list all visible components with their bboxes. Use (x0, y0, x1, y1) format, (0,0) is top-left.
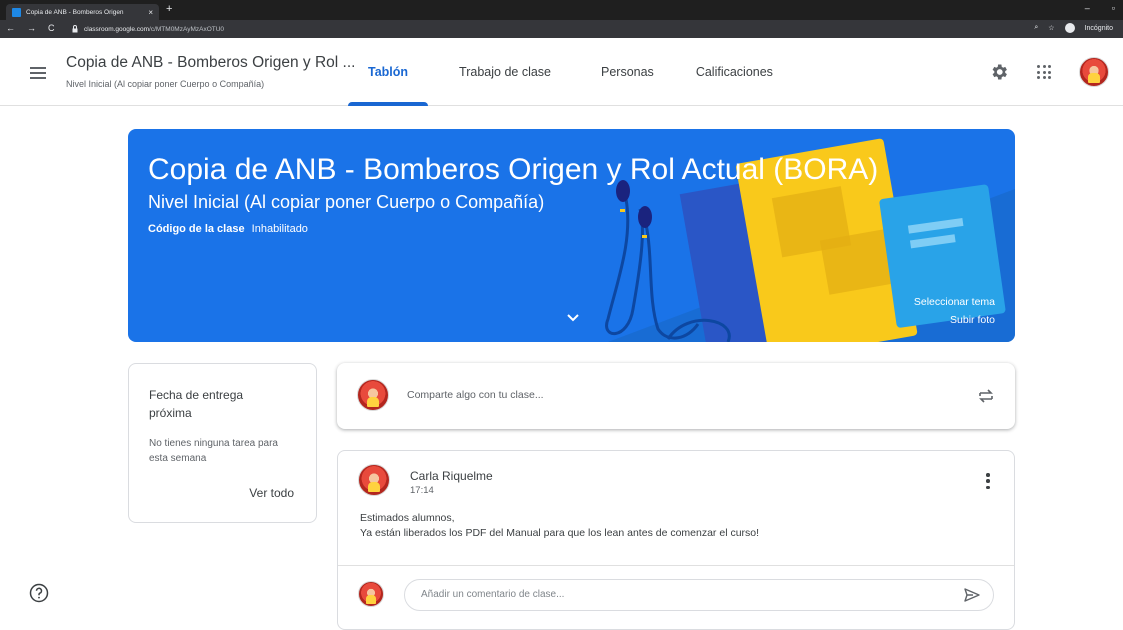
avatar (357, 379, 389, 411)
browser-nav-buttons: ← → C (6, 23, 55, 33)
reload-icon[interactable]: C (48, 23, 55, 33)
classroom-favicon-icon (12, 7, 21, 17)
window-controls: – ▫ (1085, 3, 1115, 13)
course-title[interactable]: Copia de ANB - Bomberos Origen y Rol ... (66, 54, 355, 72)
repost-icon[interactable] (977, 387, 995, 405)
help-icon[interactable] (29, 583, 49, 603)
comment-placeholder: Añadir un comentario de clase... (421, 589, 565, 600)
course-subtitle: Nivel Inicial (Al copiar poner Cuerpo o … (66, 79, 265, 89)
banner-title: Copia de ANB - Bomberos Origen y Rol Act… (148, 153, 879, 186)
post-body: Estimados alumnos, Ya están liberados lo… (360, 511, 759, 541)
class-code-label: Código de la clase (148, 223, 245, 235)
new-tab-button[interactable]: + (166, 3, 172, 15)
banner-actions: Seleccionar tema Subir foto (914, 293, 995, 329)
lock-icon (72, 25, 78, 33)
upcoming-title: Fecha de entrega próxima (149, 388, 244, 420)
browser-address-bar: ← → C classroom.google.com/c/MTM0MzAyMzA… (0, 20, 1123, 38)
tab-grades[interactable]: Calificaciones (696, 38, 773, 106)
view-all-link[interactable]: Ver todo (249, 486, 294, 500)
classroom-header: Copia de ANB - Bomberos Origen y Rol ...… (0, 38, 1123, 106)
divider (338, 565, 1014, 566)
incognito-icon[interactable] (1064, 23, 1075, 33)
main-menu-icon[interactable] (30, 67, 46, 79)
share-box[interactable]: Comparte algo con tu clase... (337, 363, 1015, 429)
post-line-2: Ya están liberados los PDF del Manual pa… (360, 527, 760, 539)
more-options-icon[interactable] (986, 473, 990, 489)
address-bar-actions: ⌕ ☆ Incógnito (1034, 23, 1113, 33)
star-icon[interactable]: ☆ (1048, 24, 1054, 32)
upcoming-card: Fecha de entrega próxima No tienes ningu… (128, 363, 317, 523)
select-theme-link[interactable]: Seleccionar tema (914, 293, 995, 311)
course-nav-tabs: Tablón Trabajo de clase Personas Calific… (347, 38, 773, 106)
apps-grid-icon[interactable] (1037, 65, 1051, 79)
url-path: /c/MTM0MzAyMzAxOTU0 (149, 25, 225, 33)
class-code-value: Inhabilitado (251, 223, 308, 235)
tab-stream[interactable]: Tablón (347, 38, 429, 106)
minimize-button[interactable]: – (1085, 3, 1090, 13)
incognito-label: Incógnito (1084, 24, 1113, 32)
url-host: classroom.google.com (84, 25, 150, 33)
post-line-1: Estimados alumnos, (360, 512, 455, 524)
announcement-post: Carla Riquelme 17:14 Estimados alumnos, … (337, 450, 1015, 630)
gear-icon[interactable] (989, 62, 1009, 82)
post-time: 17:14 (410, 485, 434, 496)
share-placeholder[interactable]: Comparte algo con tu clase... (407, 389, 544, 401)
browser-tabstrip: Copia de ANB - Bomberos Origen × + – ▫ (0, 0, 1123, 20)
send-icon[interactable] (963, 587, 981, 603)
chevron-down-icon[interactable] (566, 313, 580, 323)
tab-classwork[interactable]: Trabajo de clase (459, 38, 551, 106)
url-field[interactable]: classroom.google.com/c/MTM0MzAyMzAxOTU0 (72, 23, 224, 35)
back-arrow-icon[interactable]: ← (6, 23, 15, 33)
upload-photo-link[interactable]: Subir foto (914, 311, 995, 329)
upcoming-empty-text: No tienes ninguna tarea para esta semana (149, 438, 278, 464)
browser-tab[interactable]: Copia de ANB - Bomberos Origen × (6, 4, 159, 20)
class-code: Código de la clase Inhabilitado (148, 223, 308, 235)
maximize-button[interactable]: ▫ (1112, 3, 1115, 13)
account-avatar[interactable] (1079, 57, 1109, 87)
zoom-icon[interactable]: ⌕ (1034, 24, 1038, 32)
browser-tab-title: Copia de ANB - Bomberos Origen (26, 8, 124, 16)
forward-arrow-icon[interactable]: → (27, 23, 36, 33)
tab-close-icon[interactable]: × (148, 8, 153, 17)
banner-subtitle: Nivel Inicial (Al copiar poner Cuerpo o … (148, 192, 545, 212)
commenter-avatar (358, 581, 384, 607)
comment-input[interactable]: Añadir un comentario de clase... (404, 579, 994, 611)
class-banner: Copia de ANB - Bomberos Origen y Rol Act… (128, 129, 1015, 342)
post-author-avatar (358, 464, 390, 496)
header-actions (989, 57, 1109, 87)
tab-people[interactable]: Personas (601, 38, 654, 106)
post-author: Carla Riquelme (410, 469, 493, 483)
